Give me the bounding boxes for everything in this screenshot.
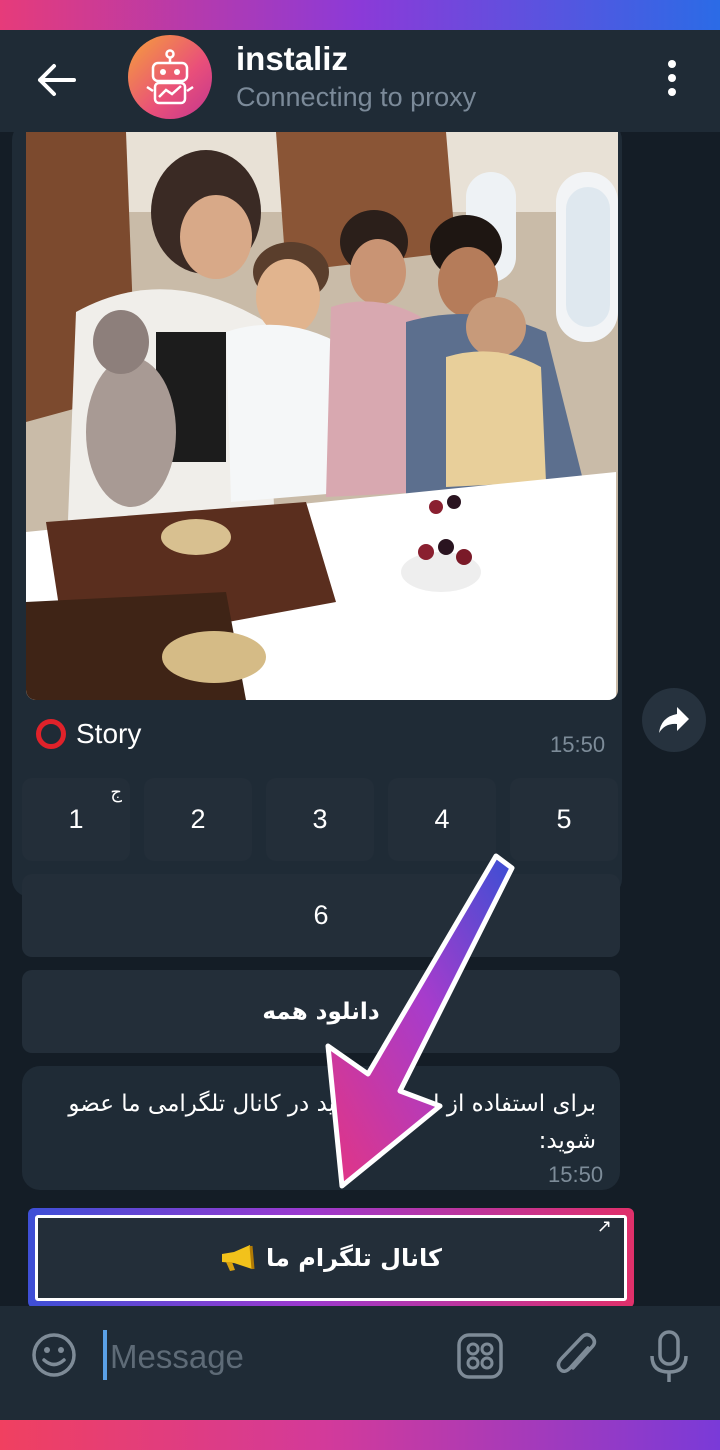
join-channel-button[interactable]: کانال تلگرام ما ↗ [28,1208,634,1306]
external-link-mark: ↗ [596,1216,612,1237]
more-options-icon[interactable] [660,56,684,100]
bot-avatar[interactable] [128,35,212,119]
story-photo[interactable] [26,132,618,700]
button-corner-mark: ج [110,782,122,802]
attachment-icon[interactable] [552,1330,600,1382]
photo-image [26,132,618,700]
red-circle-icon [36,719,66,749]
megaphone-icon [222,1245,255,1271]
bot-keyboard-icon[interactable] [456,1332,504,1380]
decorative-top-border [0,0,720,30]
text-cursor [103,1330,107,1380]
message-time: 15:50 [550,732,606,757]
caption-text: Story [76,718,142,749]
back-arrow-icon[interactable] [34,58,78,102]
message-list[interactable]: Story 15:50 1 ج 2 3 4 5 6 دانلود همه برا… [0,132,720,1306]
decorative-bottom-border [0,1420,720,1450]
keyboard-button-1[interactable]: 1 ج [22,778,130,861]
keyboard-button-5[interactable]: 5 [510,778,618,861]
photo-caption: Story [36,718,141,750]
robot-icon [146,49,194,105]
chat-title[interactable]: instaliz [236,40,348,78]
share-arrow-icon [659,707,689,733]
share-button[interactable] [642,688,706,752]
pointer-arrow-annotation [325,853,515,1189]
emoji-icon[interactable] [30,1331,78,1379]
microphone-icon[interactable] [648,1330,690,1384]
message-composer: Message [0,1306,720,1420]
join-channel-label: کانال تلگرام ما [266,1244,442,1272]
message-time: 15:50 [548,1162,604,1187]
message-input[interactable]: Message [110,1338,244,1376]
chat-header: instaliz Connecting to proxy [0,30,720,132]
keyboard-button-2[interactable]: 2 [144,778,252,861]
connection-status: Connecting to proxy [236,82,477,112]
